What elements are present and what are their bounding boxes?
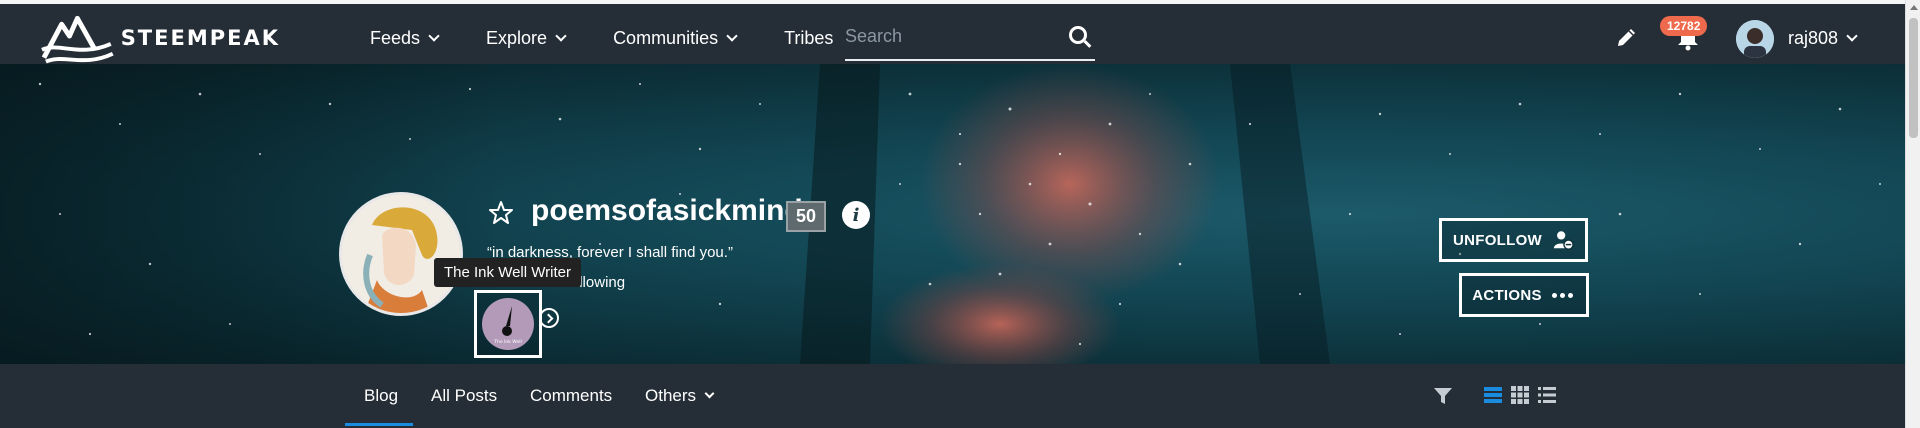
user-avatar[interactable] (1736, 20, 1774, 58)
ink-drop-icon: The Ink Well (493, 306, 522, 345)
profile-cover: poemsofasickmind 50 i “in darkness, fore… (0, 64, 1905, 364)
actions-button[interactable]: ACTIONS (1459, 273, 1589, 317)
tab-others-label: Others (645, 386, 697, 405)
steempeak-logo[interactable]: STEEMPEAK (40, 9, 280, 67)
search-input[interactable] (845, 16, 1065, 56)
search-box (845, 16, 1095, 61)
nav-explore[interactable]: Explore (486, 27, 567, 49)
list-view-icon[interactable] (1484, 387, 1502, 403)
nav-feeds[interactable]: Feeds (370, 27, 440, 49)
nav-explore-label: Explore (486, 27, 548, 48)
top-navigation-bar: STEEMPEAK Feeds Explore Communities Trib… (0, 0, 1905, 64)
chevron-down-icon (726, 29, 738, 42)
tab-blog[interactable]: Blog (364, 386, 398, 406)
nav-communities-label: Communities (613, 27, 719, 48)
user-avatar-image (1736, 20, 1774, 58)
search-icon[interactable] (1069, 26, 1087, 44)
mountain-logo-icon (41, 15, 114, 64)
active-tab-indicator (345, 423, 413, 426)
chevron-right-icon[interactable] (539, 308, 559, 328)
unfollow-label: UNFOLLOW (1452, 231, 1543, 249)
user-menu[interactable]: raj808 (1788, 28, 1858, 49)
filter-icon[interactable] (1433, 387, 1453, 405)
pencil-icon[interactable] (1615, 25, 1639, 49)
cover-image (0, 64, 1881, 364)
actions-label: ACTIONS (1472, 286, 1542, 304)
main-nav: Feeds Explore Communities Tribes (370, 8, 881, 68)
tab-others[interactable]: Others (645, 386, 715, 406)
community-tooltip: The Ink Well Writer (434, 258, 581, 287)
unfollow-button[interactable]: UNFOLLOW (1439, 218, 1588, 262)
tab-comments[interactable]: Comments (530, 386, 612, 406)
chevron-down-icon (428, 29, 440, 42)
nav-tribes-label: Tribes (784, 27, 834, 48)
tab-all-posts[interactable]: All Posts (431, 386, 497, 406)
notification-count-badge[interactable]: 12782 (1660, 16, 1708, 36)
compact-view-icon[interactable] (1538, 387, 1556, 403)
logo-text: STEEMPEAK (120, 26, 280, 50)
chevron-down-icon (704, 388, 715, 399)
ink-well-logo: The Ink Well (482, 298, 534, 350)
profile-tabs-bar: Blog All Posts Comments Others (0, 364, 1905, 428)
username-label: raj808 (1788, 28, 1839, 48)
reputation-badge: 50 (786, 201, 826, 232)
profile-avatar[interactable] (339, 192, 463, 316)
profile-name: poemsofasickmind (531, 194, 803, 227)
scrollbar-thumb[interactable] (1909, 18, 1918, 138)
page-scrollbar[interactable] (1905, 0, 1920, 428)
community-badge[interactable]: The Ink Well (474, 290, 542, 358)
star-icon[interactable] (487, 199, 515, 227)
nav-tribes[interactable]: Tribes (784, 28, 833, 49)
nav-communities[interactable]: Communities (613, 27, 738, 49)
nav-feeds-label: Feeds (370, 27, 421, 48)
chevron-down-icon (555, 29, 567, 42)
grid-view-icon[interactable] (1511, 386, 1529, 404)
chevron-down-icon (1846, 30, 1858, 42)
info-icon[interactable]: i (842, 201, 870, 229)
more-dots-icon (1551, 292, 1576, 298)
community-badge-text: The Ink Well (493, 339, 521, 345)
user-minus-icon (1553, 231, 1574, 250)
scroll-up-arrow-icon[interactable] (1910, 5, 1918, 10)
